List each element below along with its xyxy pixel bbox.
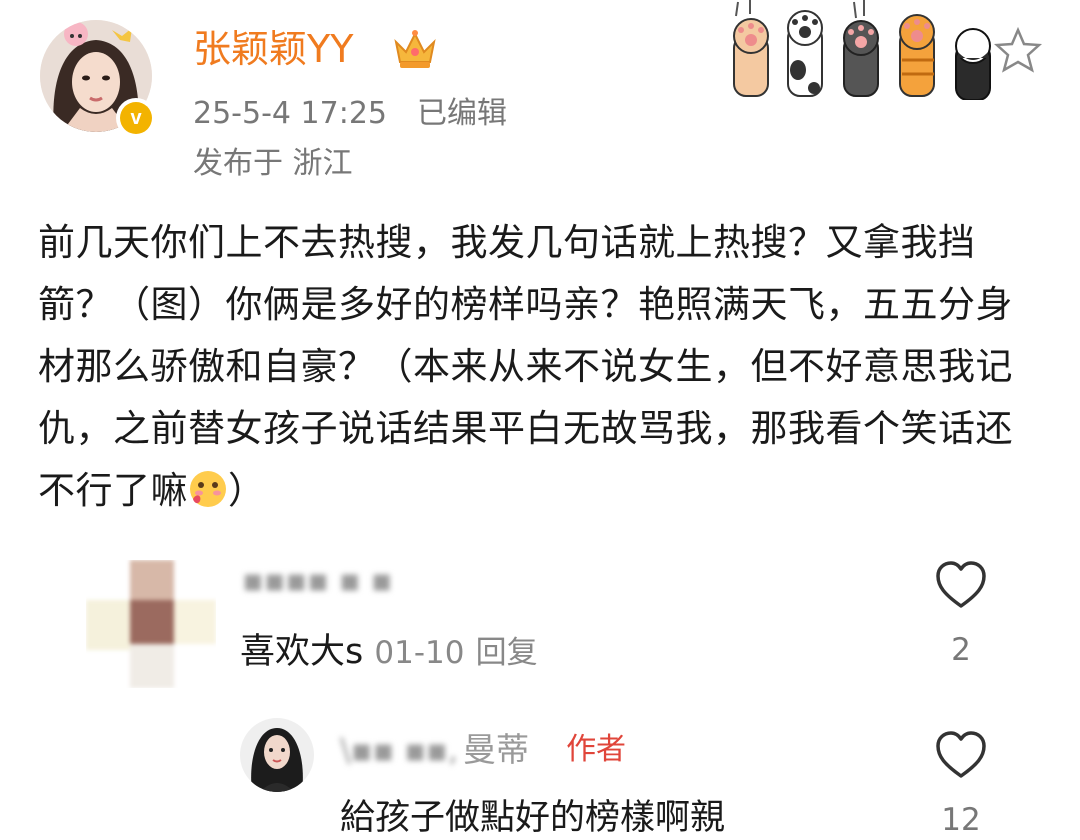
reply-button[interactable]: 回复 <box>476 635 538 671</box>
author-badge: 作者 <box>566 732 627 767</box>
comment-body: 喜欢大s 01-10 回复 <box>240 630 538 675</box>
post-text: 前几天你们上不去热搜，我发几句话就上热搜？又拿我挡箭？（图）你俩是多好的榜样吗亲… <box>38 212 1048 522</box>
comment-avatar[interactable] <box>240 718 314 792</box>
star-icon <box>993 26 1043 73</box>
comment-time: 01-10 <box>374 635 465 671</box>
verified-badge: v <box>116 98 156 138</box>
heart-outline-icon[interactable] <box>934 560 988 610</box>
heart-outline-icon[interactable] <box>934 730 988 780</box>
like-count: 12 <box>941 802 981 838</box>
post-location: 发布于 浙江 <box>193 146 353 181</box>
comment-text: 喜欢大s <box>240 632 364 672</box>
shy-face-emoji-icon <box>190 471 226 507</box>
like-count: 2 <box>951 632 971 668</box>
post-text-content: 前几天你们上不去热搜，我发几句话就上热搜？又拿我挡箭？（图）你俩是多好的榜样吗亲… <box>38 221 1013 512</box>
post-date: 25-5-4 17:25 <box>193 96 387 131</box>
verified-badge-icon: v <box>120 102 152 134</box>
edited-label[interactable]: 已编辑 <box>417 96 507 131</box>
comment-avatar[interactable] <box>86 560 216 688</box>
crown-icon <box>394 30 436 68</box>
comment-author-row: \▪▪ ▪▪, 曼蒂 作者 <box>340 730 626 770</box>
cat-paw-decoration <box>733 0 1043 100</box>
comment-author-name[interactable]: 曼蒂 <box>463 730 529 769</box>
comment-author-name[interactable]: ▪▪▪▪ ▪ ▪ <box>242 560 392 600</box>
author-username[interactable]: 张颖颖YY <box>193 24 353 74</box>
comment-text: 給孩子做點好的榜樣啊親 <box>340 798 726 838</box>
comment-author-name-blurred: \▪▪ ▪▪, <box>340 731 458 769</box>
post-text-end: ） <box>228 469 266 512</box>
post-meta: 25-5-4 17:25 已编辑 <box>193 94 507 134</box>
